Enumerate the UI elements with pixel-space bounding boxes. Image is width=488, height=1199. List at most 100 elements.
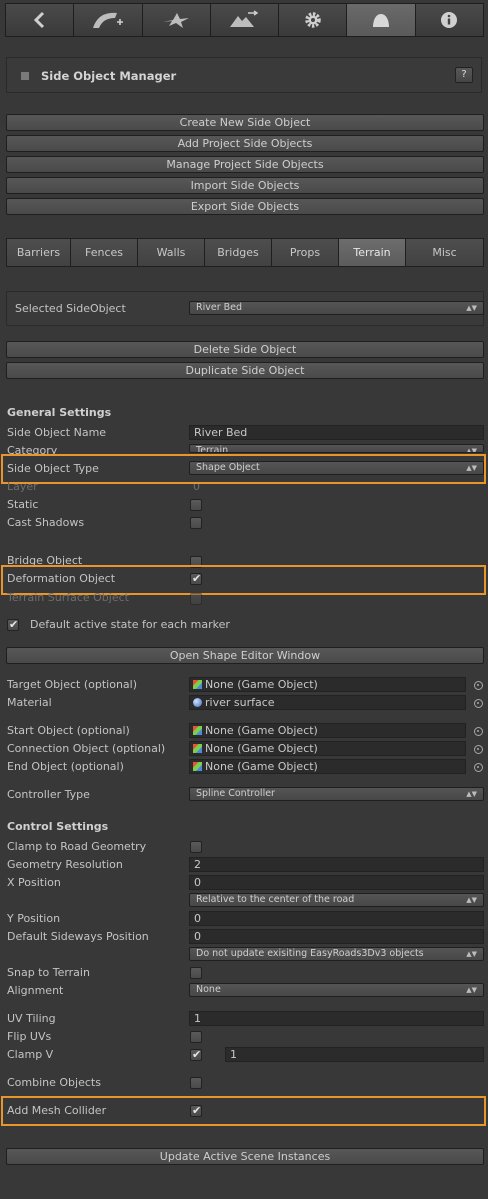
selected-side-object-value: River Bed [196,302,243,313]
tab-fences[interactable]: Fences [71,239,138,266]
delete-side-object-button[interactable]: Delete Side Object [6,341,484,358]
add-mesh-collider-label: Add Mesh Collider [7,1104,107,1117]
selected-side-object-dropdown[interactable]: River Bed ▲▼ [189,301,484,315]
back-arrow-icon [33,11,44,29]
checkmark-icon: ✔ [9,618,19,631]
end-object-field[interactable]: None (Game Object) [189,759,466,774]
category-dropdown[interactable]: Terrain ▲▼ [189,444,484,453]
checkmark-icon: ✔ [192,1048,202,1061]
crossing-icon [163,13,190,28]
layer-input[interactable]: 0 [189,484,484,492]
alignment-dropdown[interactable]: None ▲▼ [189,983,484,997]
manage-project-side-objects-button[interactable]: Manage Project Side Objects [6,156,484,173]
geometry-resolution-label: Geometry Resolution [7,858,123,871]
geometry-resolution-input[interactable]: 2 [189,857,484,872]
tab-barriers[interactable]: Barriers [7,239,71,266]
page-title: Side Object Manager [41,69,177,83]
clamp-v-label: Clamp V [7,1048,54,1061]
flip-uvs-checkbox[interactable] [190,1031,202,1043]
general-settings-title: General Settings [7,406,112,419]
game-object-icon [193,680,202,689]
object-picker-icon[interactable] [474,699,483,708]
side-object-type-dropdown[interactable]: Shape Object ▲▼ [189,461,484,475]
x-position-mode-dropdown[interactable]: Relative to the center of the road ▲▼ [189,893,484,907]
material-icon [193,698,202,707]
clamp-road-geometry-checkbox[interactable] [190,841,202,853]
snap-to-terrain-checkbox[interactable] [190,967,202,979]
flip-uvs-label: Flip UVs [7,1030,52,1043]
alignment-label: Alignment [7,984,64,997]
object-picker-icon[interactable] [474,763,483,772]
start-object-field[interactable]: None (Game Object) [189,723,466,738]
static-checkbox[interactable] [190,499,202,511]
add-mesh-collider-checkbox[interactable]: ✔ [190,1104,202,1117]
update-mode-dropdown[interactable]: Do not update exisiting EasyRoads3Dv3 ob… [189,947,484,961]
default-sideways-position-input[interactable]: 0 [189,929,484,944]
game-object-icon [193,762,202,771]
deformation-object-checkbox[interactable]: ✔ [190,572,202,585]
add-road-button[interactable] [74,4,143,36]
side-object-icon [373,14,390,27]
snap-to-terrain-label: Snap to Terrain [7,966,90,979]
uv-tiling-input[interactable]: 1 [189,1011,484,1026]
target-object-value: None (Game Object) [205,678,318,691]
duplicate-side-object-button[interactable]: Duplicate Side Object [6,362,484,379]
target-object-label: Target Object (optional) [7,678,138,691]
dropdown-arrows-icon: ▲▼ [466,950,477,958]
import-side-objects-button[interactable]: Import Side Objects [6,177,484,194]
side-object-button[interactable] [347,4,416,36]
object-picker-icon[interactable] [474,727,483,736]
connection-object-field[interactable]: None (Game Object) [189,741,466,756]
tab-props[interactable]: Props [272,239,339,266]
dropdown-arrows-icon: ▲▼ [466,986,477,994]
settings-button[interactable] [279,4,348,36]
tab-terrain[interactable]: Terrain [339,239,406,266]
info-button[interactable] [415,4,483,36]
controller-type-dropdown[interactable]: Spline Controller ▲▼ [189,787,484,801]
material-value: river surface [205,696,275,709]
clamp-v-input[interactable]: 1 [225,1047,484,1062]
terrain-surface-object-checkbox[interactable] [190,593,202,605]
combine-objects-checkbox[interactable] [190,1077,202,1089]
add-road-icon [92,12,123,28]
export-side-objects-button[interactable]: Export Side Objects [6,198,484,215]
crossing-button[interactable] [142,4,211,36]
side-object-name-label: Side Object Name [7,426,107,439]
layer-label: Layer [7,480,38,493]
target-object-field[interactable]: None (Game Object) [189,677,466,692]
tab-misc[interactable]: Misc [406,239,483,266]
deformation-object-label: Deformation Object [7,572,116,585]
tab-walls[interactable]: Walls [138,239,205,266]
connection-object-label: Connection Object (optional) [7,742,166,755]
update-mode-value: Do not update exisiting EasyRoads3Dv3 ob… [196,948,424,959]
terrain-road-button[interactable] [210,4,280,36]
default-active-checkbox[interactable]: ✔ [7,618,19,631]
help-button[interactable]: ? [455,67,473,83]
x-position-input[interactable]: 0 [189,875,484,890]
cast-shadows-checkbox[interactable] [190,517,202,529]
checkmark-icon: ✔ [192,572,202,585]
back-button[interactable] [6,4,75,36]
checkmark-icon: ✔ [192,1104,202,1117]
combine-objects-label: Combine Objects [7,1076,101,1089]
object-picker-icon[interactable] [474,681,483,690]
side-object-name-input[interactable]: River Bed [189,425,484,440]
game-object-icon [193,726,202,735]
create-side-object-button[interactable]: Create New Side Object [6,114,484,131]
game-object-icon [193,744,202,753]
material-field[interactable]: river surface [189,695,466,710]
side-object-type-label: Side Object Type [7,462,99,475]
open-shape-editor-button[interactable]: Open Shape Editor Window [6,647,484,664]
dropdown-arrows-icon: ▲▼ [466,896,477,904]
tab-bridges[interactable]: Bridges [205,239,272,266]
update-active-scene-instances-button[interactable]: Update Active Scene Instances [6,1148,484,1165]
y-position-input[interactable]: 0 [189,911,484,926]
add-project-side-objects-button[interactable]: Add Project Side Objects [6,135,484,152]
toolbar [5,3,484,37]
gear-icon [305,12,321,28]
object-picker-icon[interactable] [474,745,483,754]
start-object-value: None (Game Object) [205,724,318,737]
clamp-road-geometry-label: Clamp to Road Geometry [7,840,147,853]
clamp-v-checkbox[interactable]: ✔ [190,1048,202,1061]
end-object-value: None (Game Object) [205,760,318,773]
